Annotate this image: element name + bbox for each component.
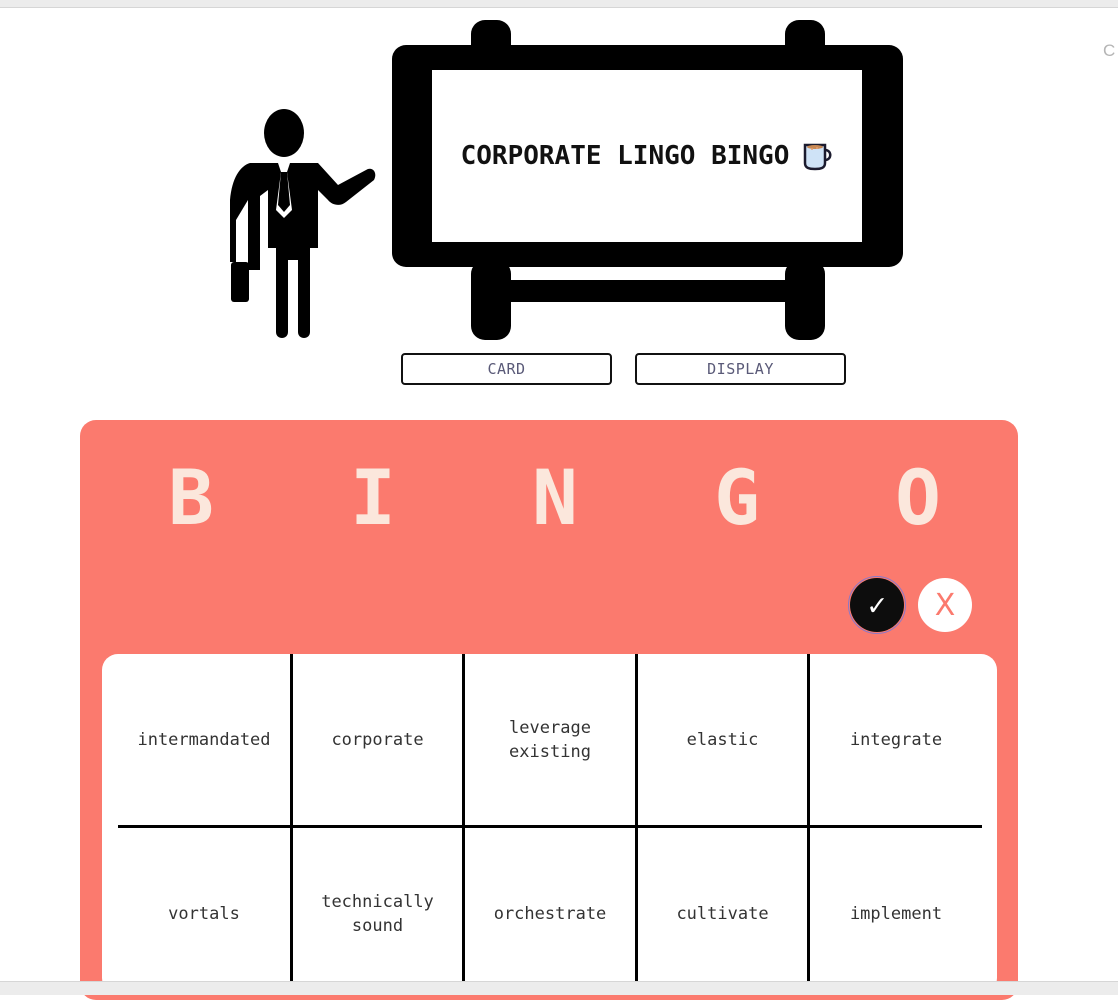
card-button-label: CARD — [487, 360, 526, 378]
bingo-cell[interactable]: vortals — [118, 828, 290, 999]
bingo-letter-n: N — [532, 453, 578, 542]
bingo-cell[interactable]: corporate — [293, 654, 462, 825]
app-title-text: CORPORATE LINGO BINGO — [460, 141, 790, 171]
bingo-cell[interactable]: orchestrate — [465, 828, 635, 999]
bingo-cell[interactable]: technically sound — [293, 828, 462, 999]
bingo-cell[interactable]: implement — [810, 828, 982, 999]
bingo-letter-i: I — [350, 453, 396, 542]
bingo-cell[interactable]: elastic — [638, 654, 807, 825]
reject-button[interactable]: X — [918, 578, 972, 632]
confirm-button[interactable]: ✓ — [848, 576, 906, 634]
bingo-cell[interactable]: intermandated — [118, 654, 290, 825]
card-button[interactable]: CARD — [401, 353, 612, 385]
bingo-cell[interactable]: integrate — [810, 654, 982, 825]
businessman-icon — [230, 109, 376, 338]
display-button[interactable]: DISPLAY — [635, 353, 846, 385]
coffee-mug-icon — [801, 141, 833, 171]
bingo-letter-o: O — [895, 453, 941, 542]
app-title: CORPORATE LINGO BINGO — [432, 70, 862, 242]
close-icon: X — [934, 587, 956, 623]
bingo-letter-g: G — [714, 453, 760, 542]
display-button-label: DISPLAY — [707, 360, 774, 378]
browser-frame-bottom — [0, 981, 1118, 995]
bingo-letter-b: B — [168, 453, 214, 542]
checkmark-icon: ✓ — [867, 587, 887, 623]
bingo-cell[interactable]: leverage existing — [465, 654, 635, 825]
bingo-cell[interactable]: cultivate — [638, 828, 807, 999]
